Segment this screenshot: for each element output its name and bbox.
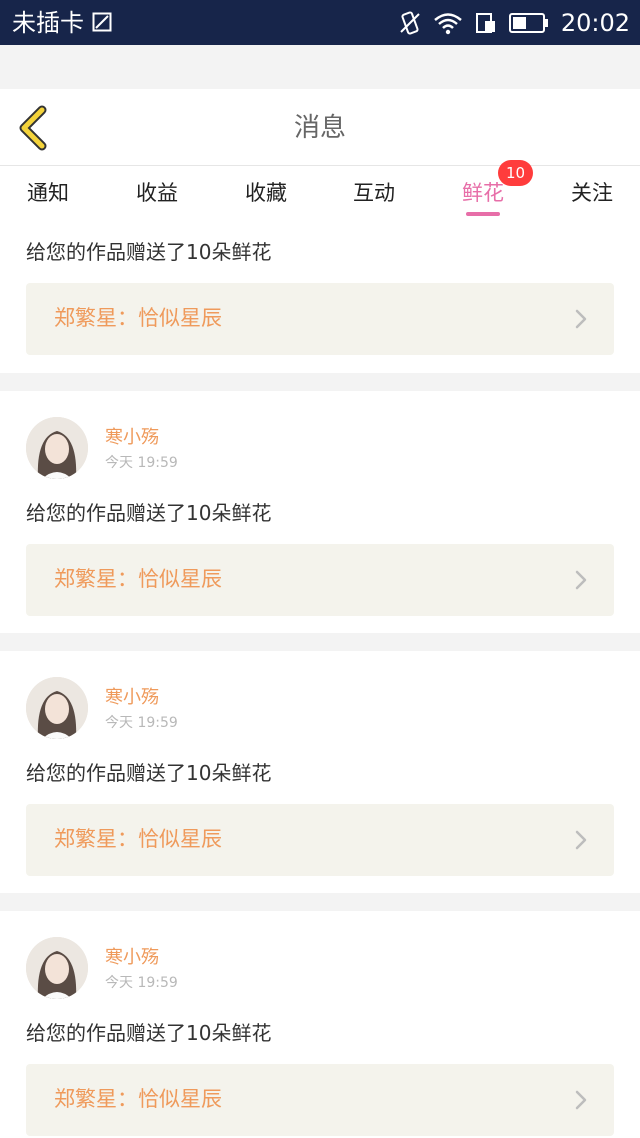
- tab-favorites[interactable]: 收藏: [231, 178, 301, 208]
- top-spacer: [0, 45, 640, 89]
- nav-bar: 消息: [0, 89, 640, 166]
- sim-icon: [92, 12, 112, 32]
- chevron-right-icon: [575, 570, 587, 590]
- work-link[interactable]: 郑繁星：恰似星辰: [26, 1064, 614, 1136]
- message-text: 给您的作品赠送了10朵鲜花: [26, 1021, 272, 1045]
- avatar[interactable]: [26, 417, 88, 479]
- username[interactable]: 寒小殇: [105, 426, 159, 450]
- tab-earnings[interactable]: 收益: [122, 178, 192, 208]
- message-card: 寒小殇 今天 19:59 给您的作品赠送了10朵鲜花 郑繁星：恰似星辰: [0, 391, 640, 633]
- work-link[interactable]: 郑繁星：恰似星辰: [26, 804, 614, 876]
- tab-interactions[interactable]: 互动: [339, 178, 409, 208]
- battery-icon: [508, 13, 548, 33]
- message-time: 今天 19:59: [105, 975, 178, 991]
- avatar[interactable]: [26, 677, 88, 739]
- chevron-right-icon: [575, 830, 587, 850]
- chevron-right-icon: [575, 1090, 587, 1110]
- message-text: 给您的作品赠送了10朵鲜花: [26, 761, 272, 785]
- tab-following[interactable]: 关注: [557, 178, 627, 208]
- flowers-count-badge: 10: [498, 160, 533, 186]
- work-link[interactable]: 郑繁星：恰似星辰: [26, 544, 614, 616]
- work-title: 郑繁星：恰似星辰: [54, 306, 222, 330]
- username[interactable]: 寒小殇: [105, 686, 159, 710]
- work-title: 郑繁星：恰似星辰: [54, 1087, 222, 1111]
- data-icon: [475, 13, 495, 33]
- work-title: 郑繁星：恰似星辰: [54, 567, 222, 591]
- message-card: 寒小殇 今天 19:59 给您的作品赠送了10朵鲜花 郑繁星：恰似星辰: [0, 651, 640, 893]
- message-card: 给您的作品赠送了10朵鲜花 郑繁星：恰似星辰: [0, 224, 640, 373]
- avatar[interactable]: [26, 937, 88, 999]
- page-title: 消息: [293, 113, 346, 143]
- clock: 20:02: [560, 9, 630, 37]
- username[interactable]: 寒小殇: [105, 946, 159, 970]
- work-link[interactable]: 郑繁星：恰似星辰: [26, 283, 614, 355]
- wifi-icon: [434, 13, 462, 35]
- tab-bar: 通知 收益 收藏 互动 鲜花 关注: [0, 166, 640, 224]
- status-bar: 未插卡 20:02: [0, 0, 640, 45]
- message-text: 给您的作品赠送了10朵鲜花: [26, 240, 272, 264]
- message-card: 寒小殇 今天 19:59 给您的作品赠送了10朵鲜花 郑繁星：恰似星辰: [0, 911, 640, 1138]
- message-time: 今天 19:59: [105, 455, 178, 471]
- active-tab-indicator: [466, 212, 500, 216]
- chevron-right-icon: [575, 309, 587, 329]
- carrier-label: 未插卡: [12, 9, 84, 37]
- work-title: 郑繁星：恰似星辰: [54, 827, 222, 851]
- message-text: 给您的作品赠送了10朵鲜花: [26, 501, 272, 525]
- message-time: 今天 19:59: [105, 715, 178, 731]
- tab-notifications[interactable]: 通知: [13, 178, 83, 208]
- vibrate-icon: [400, 11, 420, 35]
